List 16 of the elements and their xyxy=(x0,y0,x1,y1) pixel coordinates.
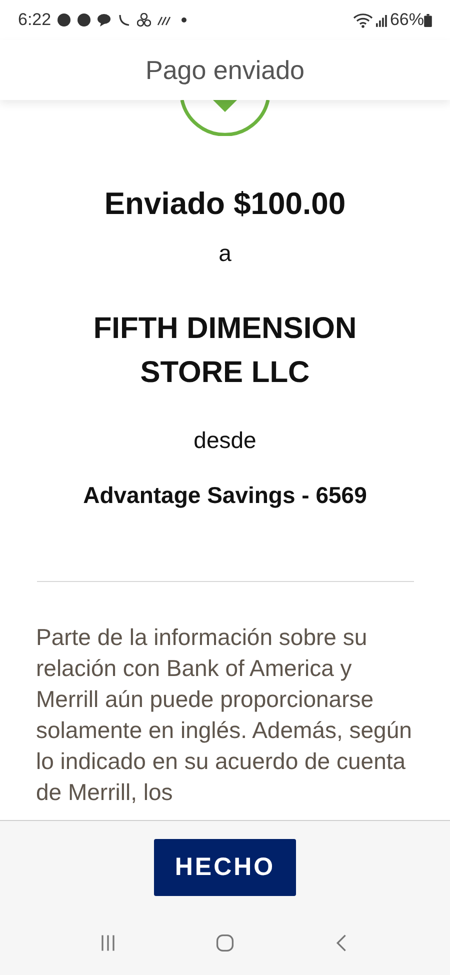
amount-sent: Enviado $100.00 xyxy=(104,186,346,222)
status-time: 6:22 xyxy=(18,10,52,30)
chat-bubble-icon xyxy=(97,13,112,27)
disclaimer-text: Parte de la información sobre su relación con Bank of America y Merrill aún puede proporcionarse solamente en inglés. Además, según lo indicado en su acuerdo de cuenta de Merrill, los xyxy=(36,623,413,807)
battery-icon xyxy=(424,14,432,26)
home-icon[interactable] xyxy=(214,932,236,954)
signal-icon xyxy=(376,14,387,26)
screen-title: Pago enviado xyxy=(145,54,305,86)
battery-percent: 66% xyxy=(390,10,424,30)
dot-icon xyxy=(181,17,188,23)
from-label: desde xyxy=(194,427,256,454)
done-button[interactable]: HECHO xyxy=(154,839,296,896)
account-name: Advantage Savings - 6569 xyxy=(83,482,367,509)
wifi-icon xyxy=(352,12,373,28)
payee-name: FIFTH DIMENSION STORE LLC xyxy=(92,311,358,391)
to-label: a xyxy=(218,240,232,267)
